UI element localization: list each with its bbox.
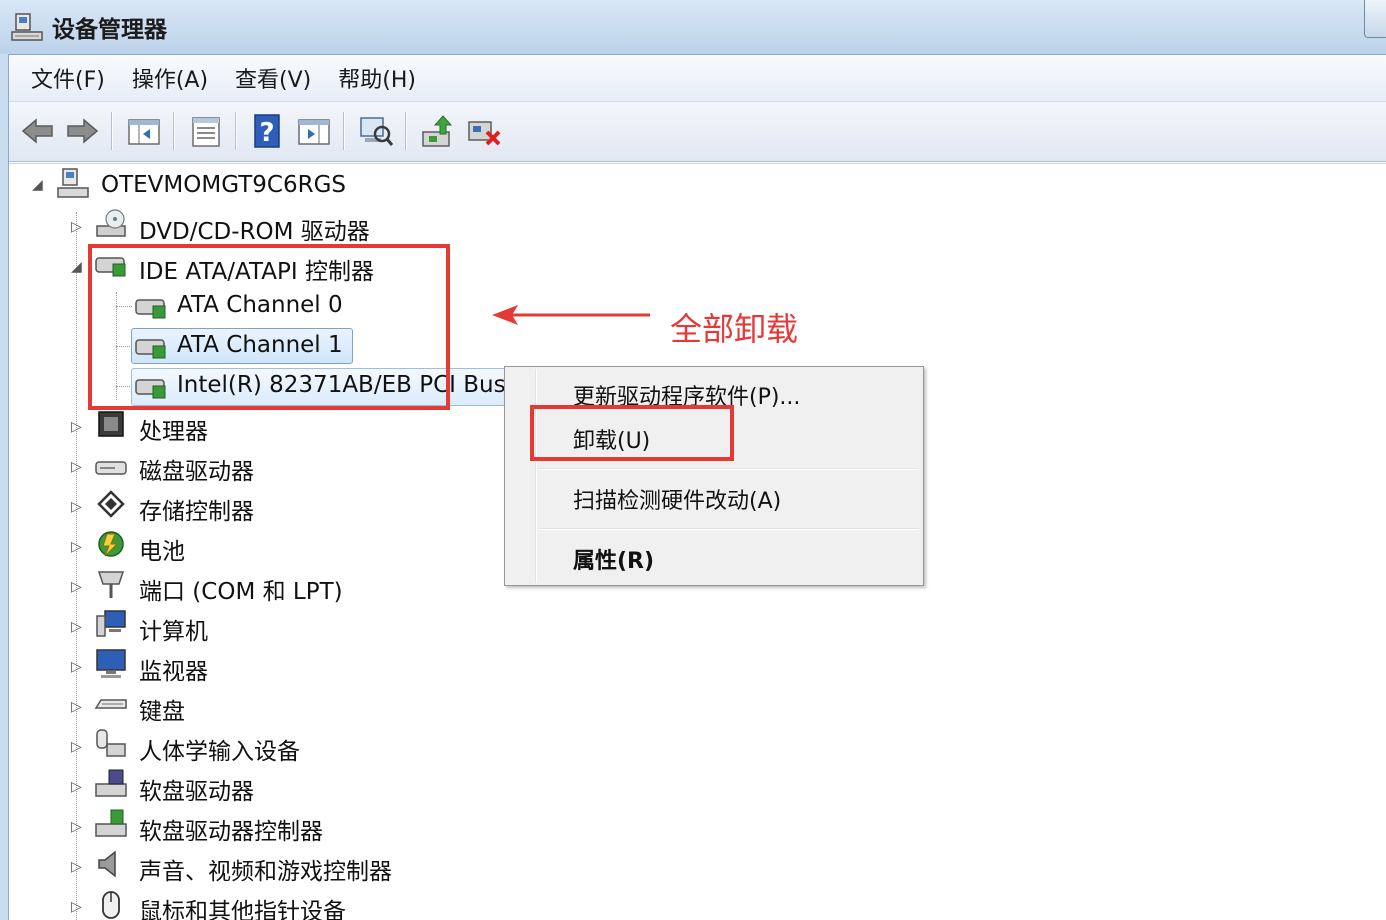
speaker-icon <box>98 850 116 878</box>
expand-arrow-icon[interactable]: ▷ <box>71 420 85 434</box>
tree-item-disk-drives[interactable]: 磁盘驱动器 <box>139 452 254 486</box>
menu-file[interactable]: 文件(F) <box>21 62 122 94</box>
tree-line <box>116 346 132 347</box>
tree-item-keyboards[interactable]: 键盘 <box>139 692 185 726</box>
menu-help[interactable]: 帮助(H) <box>328 62 433 94</box>
keyboard-icon <box>94 699 127 709</box>
menu-separator <box>539 468 919 470</box>
toolbar: ? <box>9 102 1386 162</box>
disk-drive-icon <box>95 461 127 475</box>
hid-device-icon <box>96 729 126 757</box>
expand-arrow-icon[interactable]: ▷ <box>71 780 85 794</box>
scan-hardware-icon[interactable] <box>357 112 395 150</box>
tree-item-monitors[interactable]: 监视器 <box>139 652 208 686</box>
tree-item-storage-controllers[interactable]: 存储控制器 <box>139 492 254 526</box>
help-icon[interactable]: ? <box>249 112 287 150</box>
tree-item-ata-channel-0[interactable]: ATA Channel 0 <box>177 292 343 318</box>
menu-item-update-driver[interactable]: 更新驱动程序软件(P)... <box>573 379 800 411</box>
toolbar-separator <box>235 112 237 150</box>
collapse-arrow-icon[interactable]: ◢ <box>32 178 46 192</box>
toolbar-separator <box>405 112 407 150</box>
floppy-drive-icon <box>95 769 127 797</box>
battery-icon <box>98 531 124 557</box>
title-bar: 设备管理器 <box>0 0 1386 54</box>
tree-item-computer[interactable]: 计算机 <box>139 612 208 646</box>
tree-item-ports[interactable]: 端口 (COM 和 LPT) <box>139 572 343 606</box>
tree-line <box>76 212 77 920</box>
menu-item-uninstall[interactable]: 卸载(U) <box>573 423 650 455</box>
menu-separator <box>539 528 919 530</box>
menu-bar: 文件(F) 操作(A) 查看(V) 帮助(H) <box>9 55 1386 102</box>
storage-controller-icon <box>97 490 125 518</box>
tree-root-label: OTEVMOMGT9C6RGS <box>101 172 346 198</box>
forward-arrow-icon[interactable] <box>63 112 101 150</box>
svg-text:?: ? <box>259 118 274 148</box>
tree-item-mouse[interactable]: 鼠标和其他指针设备 <box>139 892 346 920</box>
window-control-button[interactable] <box>1364 0 1386 38</box>
expand-arrow-icon[interactable]: ▷ <box>71 860 85 874</box>
show-hide-tree-icon[interactable] <box>125 112 163 150</box>
expand-arrow-icon[interactable]: ▷ <box>71 580 85 594</box>
toolbar-separator <box>173 112 175 150</box>
tree-item-floppy-drives[interactable]: 软盘驱动器 <box>139 772 254 806</box>
ide-channel-icon <box>135 339 166 359</box>
menu-gutter <box>535 369 537 583</box>
toolbar-separator <box>111 112 113 150</box>
expand-arrow-icon[interactable]: ▷ <box>71 900 85 914</box>
expand-arrow-icon[interactable]: ▷ <box>71 820 85 834</box>
context-menu: 更新驱动程序软件(P)... 卸载(U) 扫描检测硬件改动(A) 属性(R) <box>504 366 924 586</box>
expand-arrow-icon[interactable]: ▷ <box>71 460 85 474</box>
tree-item-intel-pci-bus[interactable]: Intel(R) 82371AB/EB PCI Bus <box>177 372 506 398</box>
annotation-text: 全部卸载 <box>670 310 799 348</box>
expand-arrow-icon[interactable]: ▷ <box>71 700 85 714</box>
floppy-controller-icon <box>95 809 127 837</box>
expand-arrow-icon[interactable]: ▷ <box>71 740 85 754</box>
tree-item-ide[interactable]: IDE ATA/ATAPI 控制器 <box>139 252 374 286</box>
menu-action[interactable]: 操作(A) <box>122 62 225 94</box>
tree-item-sound[interactable]: 声音、视频和游戏控制器 <box>139 852 392 886</box>
menu-item-properties[interactable]: 属性(R) <box>573 543 654 575</box>
back-arrow-icon[interactable] <box>19 112 57 150</box>
expand-arrow-icon[interactable]: ▷ <box>71 660 85 674</box>
update-driver-icon[interactable] <box>419 112 457 150</box>
expand-arrow-icon[interactable]: ▷ <box>71 220 85 234</box>
tree-line <box>116 386 132 387</box>
view-icon[interactable] <box>295 112 333 150</box>
tree-item-hid[interactable]: 人体学输入设备 <box>139 732 300 766</box>
expand-arrow-icon[interactable]: ▷ <box>71 620 85 634</box>
port-icon <box>97 571 125 598</box>
monitor-icon <box>96 649 126 678</box>
tree-line <box>116 306 132 307</box>
menu-view[interactable]: 查看(V) <box>225 62 328 94</box>
tree-item-ata-channel-1[interactable]: ATA Channel 1 <box>177 332 343 358</box>
ide-channel-icon <box>135 299 166 319</box>
computer-root-icon <box>57 168 89 198</box>
tree-item-processor[interactable]: 处理器 <box>139 412 208 446</box>
expand-arrow-icon[interactable]: ▷ <box>71 540 85 554</box>
tree-item-battery[interactable]: 电池 <box>139 532 185 566</box>
device-manager-icon <box>11 13 43 41</box>
collapse-arrow-icon[interactable]: ◢ <box>71 260 85 274</box>
computer-icon <box>96 610 126 637</box>
tree-item-dvd[interactable]: DVD/CD-ROM 驱动器 <box>139 212 370 246</box>
expand-arrow-icon[interactable]: ▷ <box>71 500 85 514</box>
uninstall-icon[interactable] <box>465 112 503 150</box>
dvd-drive-icon <box>96 209 126 237</box>
mouse-icon <box>102 891 120 919</box>
window-title: 设备管理器 <box>52 17 167 43</box>
properties-icon[interactable] <box>187 112 225 150</box>
tree-item-floppy-controllers[interactable]: 软盘驱动器控制器 <box>139 812 323 846</box>
processor-icon <box>98 411 124 437</box>
annotation-arrow-icon <box>492 305 650 325</box>
ide-channel-icon <box>135 379 166 399</box>
menu-item-scan-hardware[interactable]: 扫描检测硬件改动(A) <box>573 483 781 515</box>
toolbar-separator <box>343 112 345 150</box>
ide-controller-icon <box>95 257 126 277</box>
